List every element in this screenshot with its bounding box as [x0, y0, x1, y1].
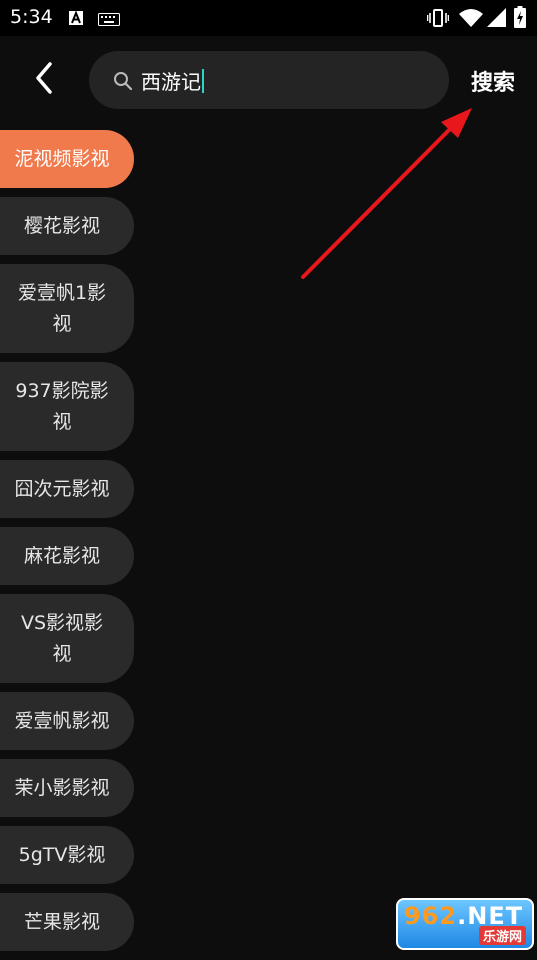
category-item[interactable]: 樱花影视 [0, 197, 134, 255]
search-input[interactable]: 西游记 [89, 51, 449, 109]
category-item[interactable]: 茉小影影视 [0, 759, 134, 817]
text-caret [202, 69, 204, 93]
vibrate-icon [426, 8, 450, 32]
category-item[interactable]: 泥视频影视 [0, 130, 134, 188]
text-a-icon [69, 10, 83, 29]
category-label: 茉小影影视 [14, 776, 110, 799]
chevron-left-icon [36, 62, 52, 94]
category-label: 937影院影视 [15, 379, 109, 433]
wifi-icon [459, 8, 483, 32]
category-label: 囧次元影视 [14, 477, 110, 500]
status-time: 5:34 [10, 6, 53, 28]
category-item[interactable]: 麻花影视 [0, 527, 134, 585]
category-item[interactable]: 爱壹帆影视 [0, 692, 134, 750]
battery-charging-icon [514, 6, 526, 32]
category-label: 爱壹帆1影视 [17, 281, 107, 335]
category-item[interactable]: 5gTV影视 [0, 826, 134, 884]
category-label: 樱花影视 [23, 214, 100, 237]
category-label: VS影视影视 [20, 611, 104, 665]
status-bar: 5:34 [0, 0, 537, 36]
category-item[interactable]: 937影院影视 [0, 362, 134, 451]
search-icon [113, 71, 133, 95]
category-item[interactable]: VS影视影视 [0, 594, 134, 683]
category-label: 5gTV影视 [18, 843, 106, 866]
search-button[interactable]: 搜索 [471, 65, 515, 97]
back-button[interactable] [26, 60, 62, 96]
search-input-value: 西游记 [141, 66, 204, 95]
signal-icon [487, 8, 507, 32]
category-item[interactable]: 囧次元影视 [0, 460, 134, 518]
category-item[interactable]: 芒果影视 [0, 893, 134, 951]
category-label: 芒果影视 [23, 910, 100, 933]
source-category-list: 泥视频影视樱花影视爱壹帆1影视 937影院影视囧次元影视麻花影视 VS影视影视爱壹帆… [0, 130, 140, 960]
watermark-logo: 962.NET 乐游网 [396, 898, 534, 950]
category-label: 泥视频影视 [14, 147, 110, 170]
category-label: 麻花影视 [23, 544, 100, 567]
search-toolbar: 西游记 搜索 [0, 36, 537, 126]
keyboard-icon [98, 11, 120, 30]
category-label: 爱壹帆影视 [14, 709, 110, 732]
category-item[interactable]: 爱壹帆1影视 [0, 264, 134, 353]
watermark-brand-text: 乐游网 [478, 926, 526, 945]
